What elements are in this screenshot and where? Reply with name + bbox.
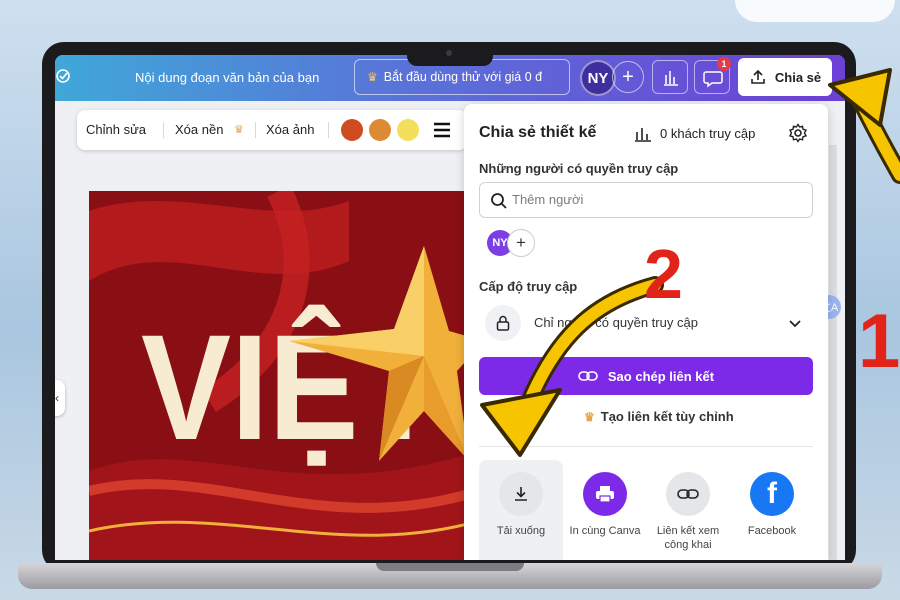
- share-design-panel: Chia sẻ thiết kế 0 khách truy cập Những …: [464, 104, 828, 560]
- erase-image-button[interactable]: Xóa ảnh: [266, 122, 314, 137]
- plus-icon: +: [516, 233, 526, 252]
- add-member-button[interactable]: +: [507, 229, 535, 257]
- download-option-label: Tải xuống: [496, 525, 546, 537]
- cloud-saved-icon[interactable]: [55, 66, 75, 86]
- bar-chart-icon: [664, 71, 678, 86]
- access-level-value: Chỉ người có quyền truy cập: [534, 315, 698, 330]
- vertical-scrollbar[interactable]: [829, 145, 837, 560]
- crown-icon: ♛: [584, 409, 595, 424]
- search-icon: [491, 193, 507, 209]
- add-people-field[interactable]: [479, 182, 813, 218]
- access-level-heading: Cấp độ truy cập: [479, 279, 578, 294]
- plus-icon: +: [622, 65, 634, 88]
- crown-icon: ♛: [234, 124, 244, 136]
- step-1-label: 1: [858, 299, 900, 384]
- copy-link-button[interactable]: Sao chép liên kết: [479, 357, 813, 395]
- facebook-option[interactable]: f Facebook: [730, 460, 814, 560]
- toolbar-divider: [163, 122, 164, 138]
- print-option[interactable]: In cùng Canva: [563, 460, 647, 560]
- lock-icon: [485, 305, 521, 341]
- collapse-panel-handle[interactable]: ‹: [55, 380, 65, 416]
- printer-icon: [583, 472, 627, 516]
- public-link-option-label: Liên kết xem công khai: [656, 525, 720, 551]
- crown-icon: ♛: [367, 70, 378, 84]
- design-artwork[interactable]: VIỆT: [89, 191, 479, 560]
- people-access-heading: Những người có quyền truy cập: [479, 161, 679, 176]
- custom-link-label: Tạo liên kết tùy chỉnh: [600, 409, 734, 424]
- copy-link-label: Sao chép liên kết: [607, 368, 715, 384]
- download-icon: [499, 472, 543, 516]
- add-collaborator-button[interactable]: +: [612, 61, 644, 93]
- panel-title: Chia sẻ thiết kế: [479, 124, 597, 141]
- edit-image-button[interactable]: Chỉnh sửa: [86, 122, 146, 137]
- link-icon: [666, 472, 710, 516]
- remove-background-button[interactable]: Xóa nền: [175, 122, 223, 137]
- camera: [446, 50, 452, 56]
- panel-divider: [479, 446, 813, 447]
- public-link-option[interactable]: Liên kết xem công khai: [646, 460, 730, 560]
- facebook-icon: f: [750, 472, 794, 516]
- download-option[interactable]: Tải xuống: [479, 460, 563, 560]
- toolbar-divider: [255, 122, 256, 138]
- upload-icon: [751, 69, 765, 84]
- gear-icon[interactable]: [788, 123, 808, 143]
- step-2-label: 2: [644, 235, 683, 313]
- trial-button-label: Bắt đầu dùng thử với giá 0 đ: [383, 70, 543, 84]
- sky-cloud: [735, 0, 895, 22]
- chevron-down-icon: [789, 320, 801, 328]
- color-swatch-2[interactable]: [369, 119, 391, 141]
- custom-link-button[interactable]: ♛ Tạo liên kết tùy chỉnh: [584, 409, 734, 424]
- color-swatch-1[interactable]: [341, 119, 363, 141]
- share-button-label: Chia sẻ: [774, 69, 822, 85]
- toolbar-divider: [328, 122, 329, 138]
- user-avatar[interactable]: NY: [580, 60, 616, 96]
- notification-badge: 1: [717, 57, 731, 71]
- link-icon: [578, 371, 598, 381]
- more-options-icon[interactable]: [433, 122, 451, 138]
- add-people-input[interactable]: [512, 192, 792, 207]
- image-edit-toolbar: Chỉnh sửa Xóa nền ♛ Xóa ảnh: [77, 110, 467, 150]
- print-option-label: In cùng Canva: [569, 525, 641, 537]
- flag-artwork: VIỆT: [89, 191, 479, 560]
- document-title[interactable]: Nội dung đoạn văn bản của bạn: [135, 70, 319, 85]
- share-button[interactable]: Chia sẻ: [738, 58, 832, 96]
- bar-chart-icon: [635, 128, 651, 142]
- visitor-count[interactable]: 0 khách truy cập: [660, 126, 755, 141]
- laptop-base-notch: [376, 563, 524, 571]
- insights-button[interactable]: [652, 60, 688, 94]
- color-swatch-3[interactable]: [397, 119, 419, 141]
- canva-editor-screen: Nội dung đoạn văn bản của bạn ♛ Bắt đầu …: [55, 55, 845, 560]
- facebook-option-label: Facebook: [747, 525, 797, 537]
